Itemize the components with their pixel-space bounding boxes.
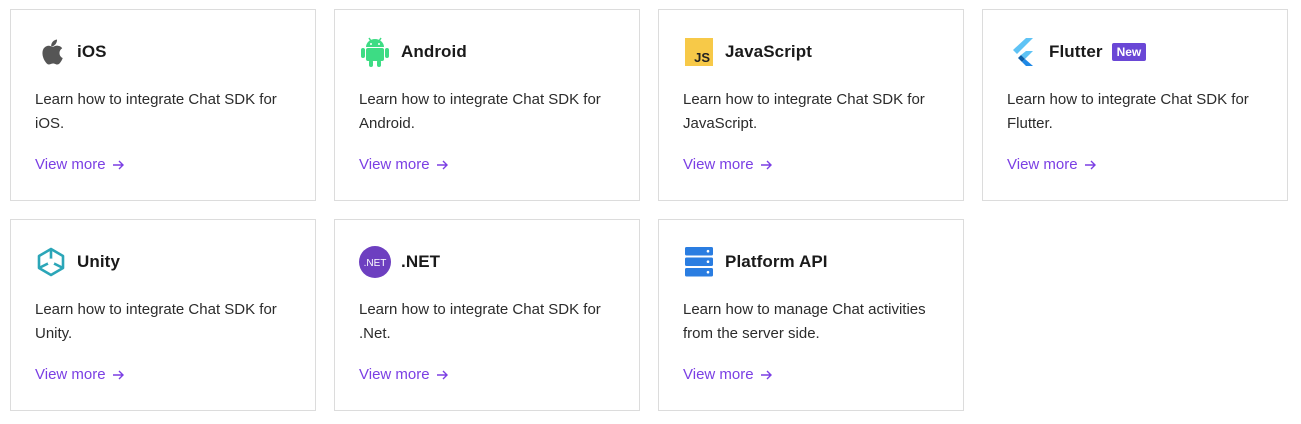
arrow-right-icon (760, 369, 773, 381)
card-title: Unity (77, 252, 120, 271)
view-more-label: View more (683, 366, 754, 383)
card-description: Learn how to integrate Chat SDK for Java… (683, 91, 925, 132)
server-icon (683, 246, 715, 278)
view-more-label: View more (35, 366, 106, 383)
view-more-label: View more (35, 156, 106, 173)
view-more-link[interactable]: View more (683, 366, 773, 383)
card-title: Platform API (725, 252, 828, 271)
unity-icon (35, 246, 67, 278)
card-header: Unity (35, 246, 120, 278)
arrow-right-icon (112, 369, 125, 381)
view-more-label: View more (1007, 156, 1078, 173)
card-header: iOS (35, 36, 107, 68)
card-title: Android (401, 42, 467, 61)
card-description: Learn how to integrate Chat SDK for Flut… (1007, 91, 1249, 132)
sdk-card-grid: iOS Learn how to integrate Chat SDK for … (0, 0, 1301, 424)
arrow-right-icon (1084, 159, 1097, 171)
view-more-label: View more (359, 366, 430, 383)
dotnet-icon: .NET (359, 246, 391, 278)
card-platform-api[interactable]: Platform API Learn how to manage Chat ac… (658, 219, 964, 411)
view-more-link[interactable]: View more (683, 156, 773, 173)
arrow-right-icon (760, 159, 773, 171)
card-description: Learn how to integrate Chat SDK for iOS. (35, 91, 277, 132)
card-dotnet[interactable]: .NET .NET Learn how to integrate Chat SD… (334, 219, 640, 411)
card-unity[interactable]: Unity Learn how to integrate Chat SDK fo… (10, 219, 316, 411)
card-ios[interactable]: iOS Learn how to integrate Chat SDK for … (10, 9, 316, 201)
view-more-link[interactable]: View more (359, 156, 449, 173)
view-more-link[interactable]: View more (359, 366, 449, 383)
card-title: iOS (77, 42, 107, 61)
card-description: Learn how to integrate Chat SDK for Unit… (35, 301, 277, 342)
view-more-label: View more (683, 156, 754, 173)
new-badge: New (1111, 43, 1147, 61)
dotnet-icon-text: .NET (364, 258, 387, 269)
view-more-link[interactable]: View more (35, 156, 125, 173)
arrow-right-icon (436, 159, 449, 171)
card-title: Flutter (1049, 42, 1103, 61)
apple-icon (35, 36, 67, 68)
view-more-label: View more (359, 156, 430, 173)
arrow-right-icon (112, 159, 125, 171)
javascript-icon-text: JS (694, 50, 710, 65)
card-description: Learn how to integrate Chat SDK for .Net… (359, 301, 601, 342)
card-header: Platform API (683, 246, 828, 278)
card-header: .NET .NET (359, 246, 440, 278)
card-header: Android (359, 36, 467, 68)
card-android[interactable]: Android Learn how to integrate Chat SDK … (334, 9, 640, 201)
view-more-link[interactable]: View more (35, 366, 125, 383)
card-javascript[interactable]: JS JavaScript Learn how to integrate Cha… (658, 9, 964, 201)
card-title: .NET (401, 252, 441, 271)
arrow-right-icon (436, 369, 449, 381)
card-title: JavaScript (725, 42, 812, 61)
card-description: Learn how to manage Chat activities from… (683, 301, 926, 342)
card-description: Learn how to integrate Chat SDK for Andr… (359, 91, 601, 132)
javascript-icon: JS (683, 36, 715, 68)
card-flutter[interactable]: Flutter New Learn how to integrate Chat … (982, 9, 1288, 201)
card-header: JS JavaScript (683, 36, 812, 68)
card-header: Flutter New (1007, 36, 1147, 68)
android-icon (359, 36, 391, 68)
view-more-link[interactable]: View more (1007, 156, 1097, 173)
flutter-icon (1007, 36, 1039, 68)
